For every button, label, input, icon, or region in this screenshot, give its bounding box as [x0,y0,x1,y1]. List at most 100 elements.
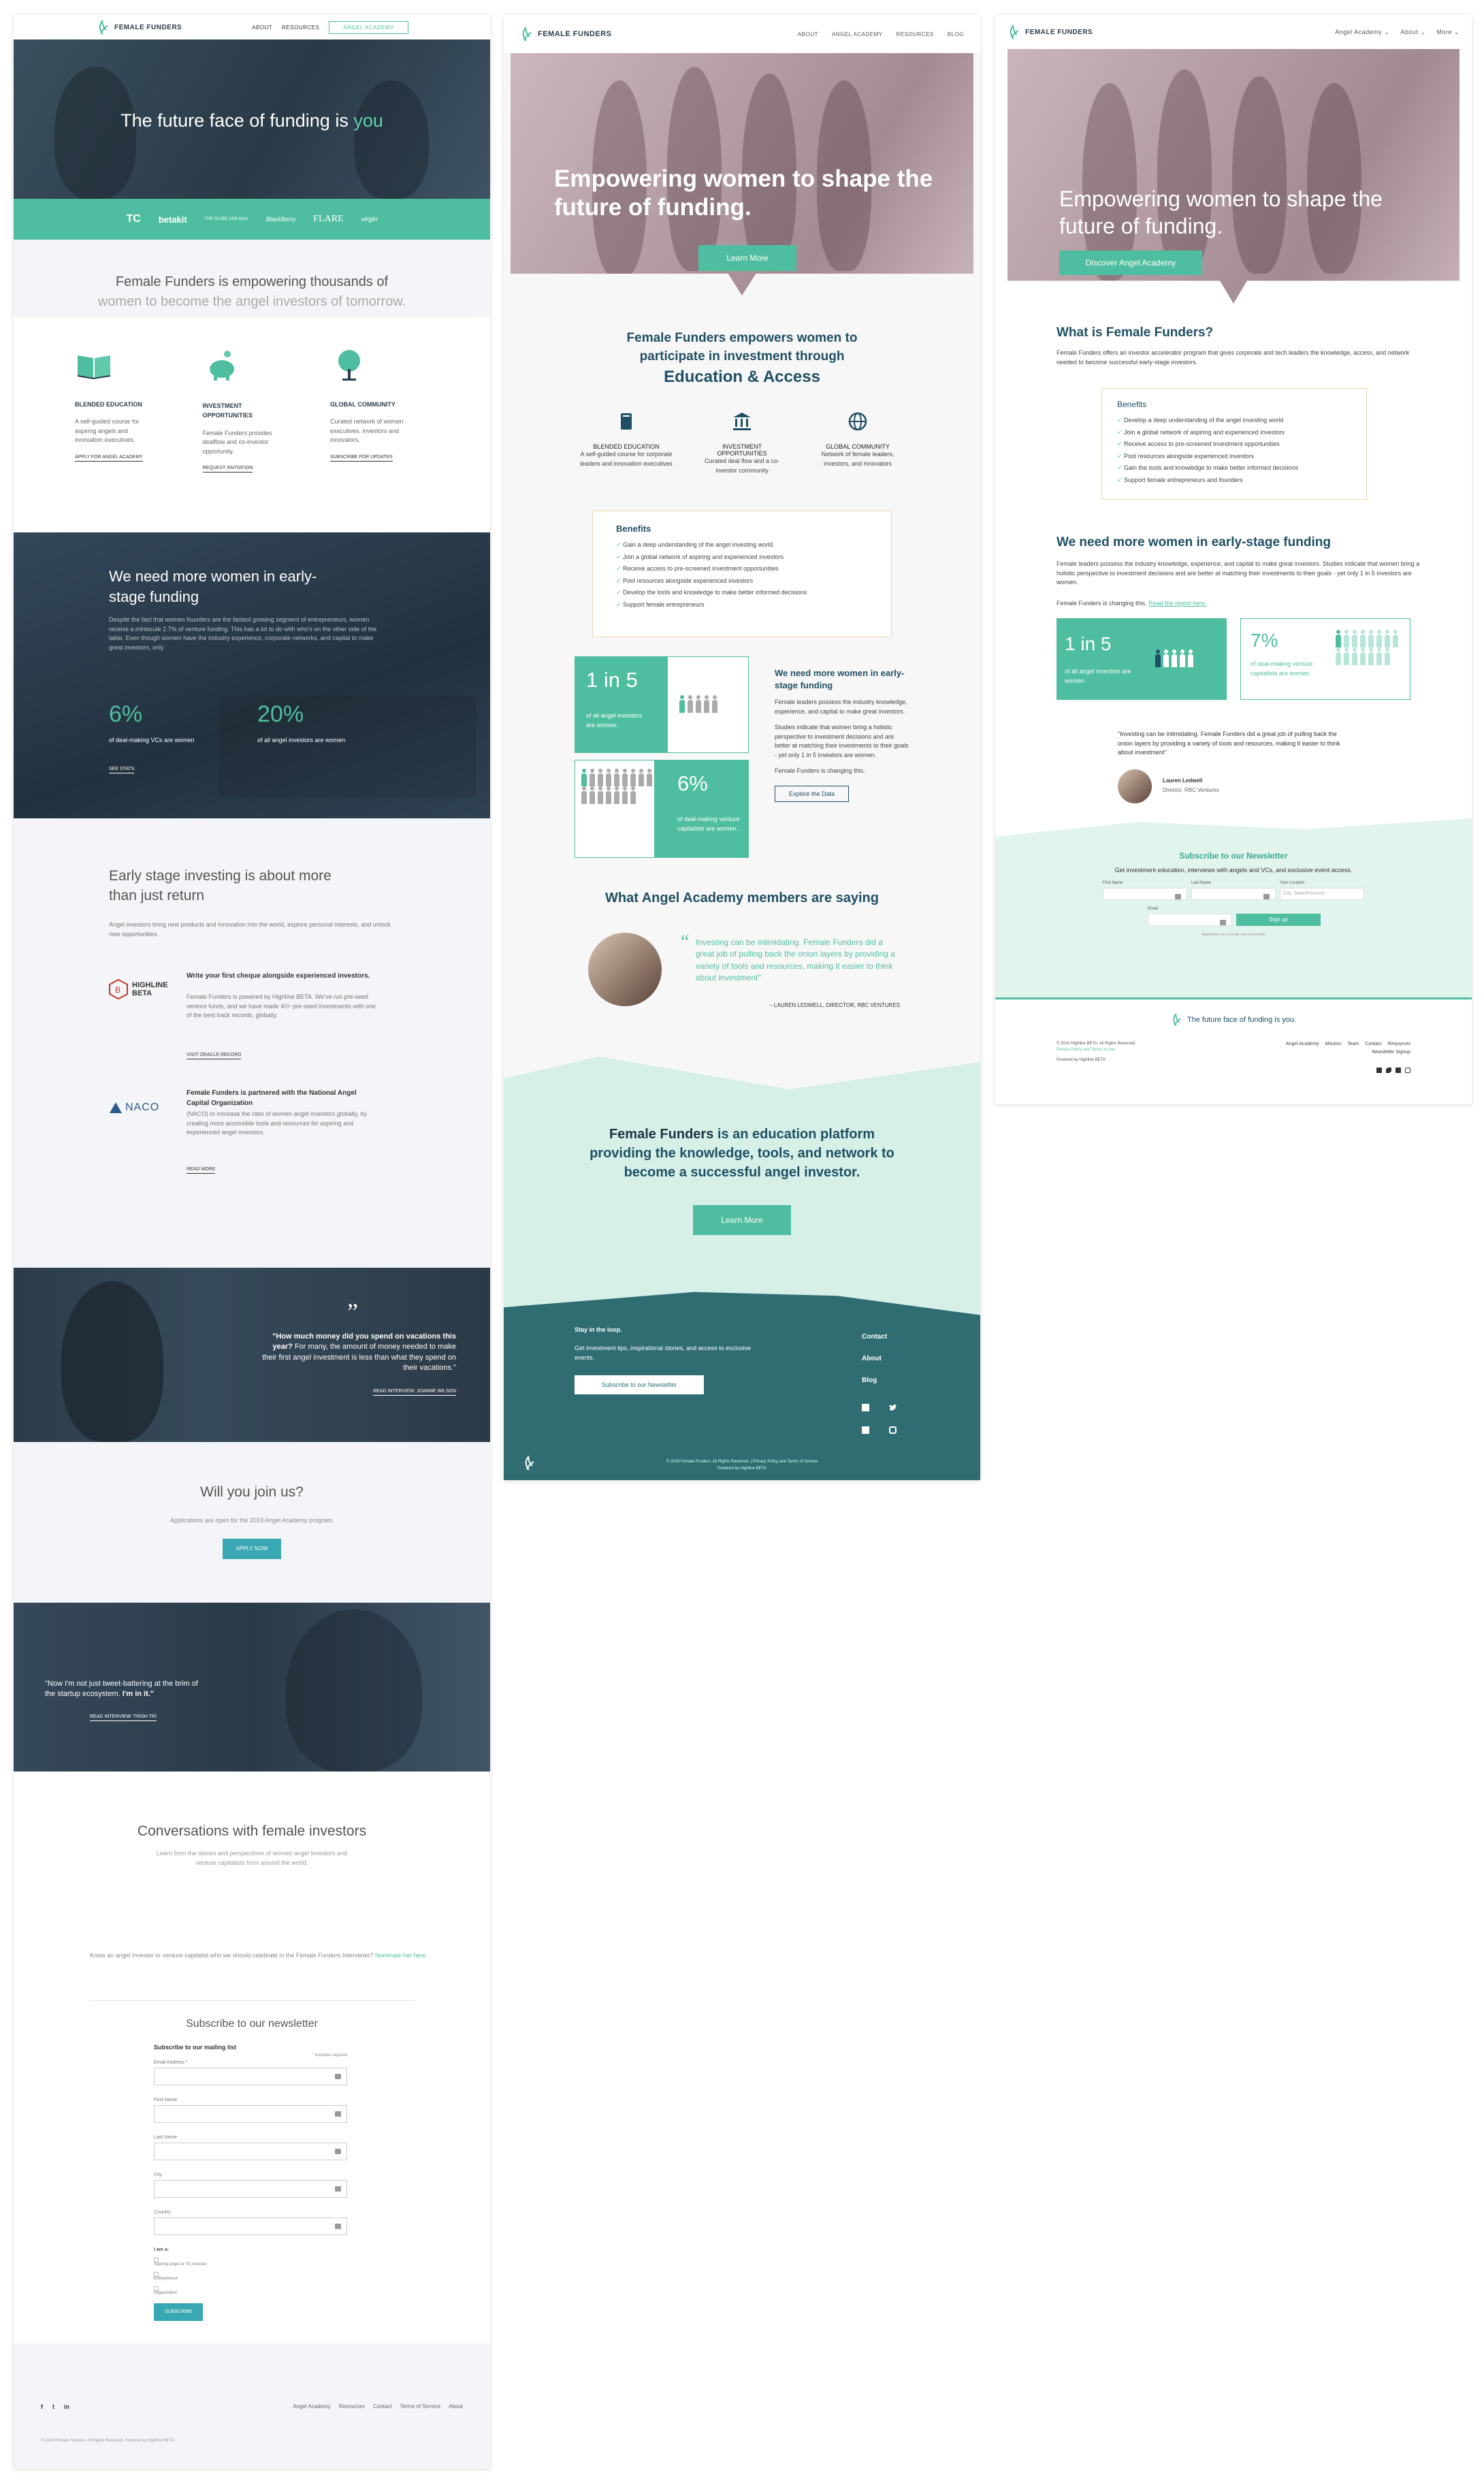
footer-link[interactable]: About [862,1348,887,1370]
facebook-icon[interactable] [1376,1068,1382,1073]
linkedin-icon[interactable] [862,1426,869,1434]
need-changing: Female Funders is changing this. Read th… [1056,599,1207,609]
twitter-icon[interactable] [1386,1068,1391,1073]
twitter-icon[interactable]: t [52,2403,54,2410]
footer-link[interactable]: About [449,2403,463,2409]
need-title: We need more women in early-stage fundin… [109,568,317,605]
testimonial-role: Director, RBC Ventures [1163,787,1219,793]
linkedin-icon[interactable]: in [64,2403,69,2410]
feature-link[interactable]: SUBSCRIBE FOR UPDATES [330,455,393,462]
stat-value: 7% [1251,630,1278,651]
city-field[interactable] [154,2180,347,2198]
person-icon [1171,650,1178,667]
footer-link[interactable]: Terms of Service [400,2403,441,2409]
first-name-field[interactable] [154,2105,347,2123]
footer-link[interactable]: Team [1347,1042,1359,1046]
subscribe-button[interactable]: SUBSCRIBE [154,2303,204,2321]
newsletter-note: Newsletters are currently sent out month… [1201,933,1265,937]
subscribe-newsletter-button[interactable]: Subscribe to our Newsletter [575,1375,704,1394]
nav-angel-academy[interactable]: ANGEL ACADEMY [832,31,883,37]
beta-link[interactable]: VISIT ORACLE RECORD [187,1053,242,1059]
linkedin-icon[interactable] [1396,1068,1401,1073]
country-field[interactable] [154,2217,347,2235]
logo[interactable]: FEMALE FUNDERS [97,20,182,35]
report-link[interactable]: Read the report here. [1148,600,1207,607]
feature-link[interactable]: REQUEST INVITATION [202,466,253,473]
footer-link[interactable]: Angel Academy [1286,1042,1319,1046]
discover-angel-academy-button[interactable]: Discover Angel Academy [1059,251,1202,275]
facebook-icon[interactable] [862,1404,869,1411]
last-name-field[interactable] [154,2143,347,2160]
nav-blog[interactable]: BLOG [948,31,964,37]
instagram-icon[interactable] [889,1426,897,1434]
nav-resources[interactable]: RESOURCES [897,31,934,37]
nav-resources[interactable]: RESOURCES [282,25,319,31]
footer-link[interactable]: Contact [1365,1042,1381,1046]
checkbox[interactable] [154,2286,159,2291]
naco-text: (NACO) to increase the ratio of women an… [187,1110,367,1136]
newsletter-signup-link[interactable]: Newsletter Signup [1372,1050,1410,1055]
checkbox[interactable] [154,2258,159,2262]
logo[interactable]: FEMALE FUNDERS [1007,25,1093,39]
location-field[interactable]: City, State/Province [1280,888,1364,900]
benefit-text: Pool resources alongside experienced inv… [1124,452,1255,460]
stat-label: of deal-making venture capitalists are w… [1251,660,1313,677]
learn-more-button[interactable]: Learn More [693,1205,791,1235]
nav-about[interactable]: About ⌄ [1400,29,1425,36]
press-logo: virgin [361,215,378,223]
newsletter-title: Subscribe to our Newsletter [1179,851,1288,861]
benefit-item: ✓ Pool resources alongside experienced i… [1117,451,1351,463]
need-text: Despite the fact that women founders are… [109,616,377,651]
naco-text: NACO [125,1102,160,1113]
footer-link[interactable]: Blog [862,1370,887,1392]
quote2-link[interactable]: READ INTERVIEW: TRISH TRI [90,1714,157,1721]
nav-angel-academy-button[interactable]: ANGEL ACADEMY [329,20,408,34]
person-icon [1187,650,1194,667]
instagram-icon[interactable] [1405,1068,1410,1073]
footer-link[interactable]: Resources [339,2403,365,2409]
people-icons [1155,650,1195,671]
footer-link[interactable]: Angel Academy [293,2403,331,2409]
social-links: f t in [41,2403,69,2410]
nominate-link[interactable]: Nominate her here. [375,1952,428,1959]
nav-about[interactable]: ABOUT [798,31,818,37]
email-field[interactable] [154,2068,347,2085]
naco-link[interactable]: READ MORE [187,1167,216,1174]
person-icon [613,786,620,804]
benefits-card: Benefits ✓ Develop a deep understanding … [1101,388,1367,500]
twitter-icon[interactable] [889,1404,897,1411]
logo[interactable]: FEMALE FUNDERS [520,27,611,42]
learn-more-button[interactable]: Learn More [698,245,796,271]
benefit-item: ✓ Gain a deep understanding of the angel… [616,539,868,551]
stat-value: 6% [677,771,708,795]
logo-text: FEMALE FUNDERS [538,30,612,38]
facebook-icon[interactable]: f [41,2403,43,2410]
privacy-link[interactable]: Privacy Policy and Terms of Use [1056,1048,1115,1052]
apply-now-button[interactable]: APPLY NOW [222,1539,282,1559]
footer-link[interactable]: Contact [373,2403,392,2409]
footer-link[interactable]: Mission [1325,1042,1342,1046]
nav-about[interactable]: ABOUT [252,25,272,31]
stat-label: of deal-making VCs are women [109,737,195,743]
check-icon: ✓ [1117,417,1125,423]
quote-link[interactable]: READ INTERVIEW: JOANNE WILSON [373,1389,456,1396]
nav-angel-academy[interactable]: Angel Academy ⌄ [1335,29,1389,36]
sign-up-button[interactable]: Sign up [1236,914,1321,926]
last-name-field[interactable] [1191,888,1276,900]
feature-link[interactable]: APPLY FOR ANGEL ACADEMY [75,455,143,462]
members-title: What Angel Academy members are saying [605,891,879,906]
features-row: BLENDED EDUCATION A self-guided course f… [75,349,442,473]
first-name-field[interactable] [1103,888,1187,900]
see-stats-link[interactable]: SEE STATS [109,767,135,773]
person-icon [605,769,612,786]
checkbox[interactable] [154,2272,159,2277]
explore-data-button[interactable]: Explore the Data [775,785,850,802]
testimonial-quote: "Investing can be intimidating. Female F… [1118,731,1340,756]
person-icon [1335,630,1342,647]
beta-text: Female Funders is powered by Highline BE… [187,993,376,1019]
footer-link[interactable]: Resources [1388,1042,1410,1046]
footer-link[interactable]: Contact [862,1326,887,1348]
email-field[interactable] [1148,914,1232,926]
nav-more[interactable]: More ⌄ [1436,29,1459,36]
person-icon [1179,650,1186,667]
